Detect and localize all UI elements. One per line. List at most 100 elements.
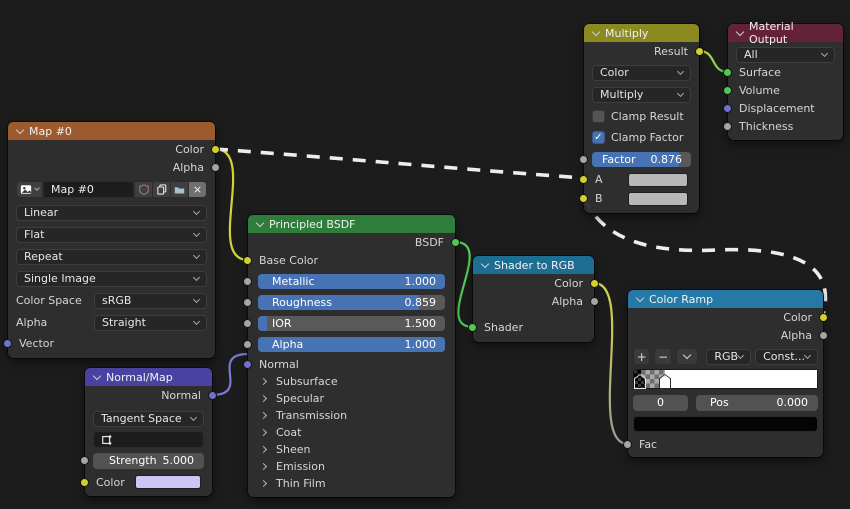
remove-stop-button[interactable]: − bbox=[654, 348, 672, 365]
open-image-button[interactable] bbox=[170, 181, 189, 198]
unlink-image-button[interactable]: × bbox=[188, 181, 207, 198]
node-mix-multiply[interactable]: Multiply Result Color Multiply Clamp Res… bbox=[579, 24, 704, 213]
strength-input-socket[interactable] bbox=[80, 456, 89, 465]
stop-color-swatch[interactable] bbox=[633, 416, 818, 432]
node-material-output[interactable]: Material Output All Surface Volume Displ… bbox=[723, 20, 843, 140]
strength-field[interactable]: Strength 5.000 bbox=[93, 452, 204, 469]
displacement-input-socket[interactable] bbox=[723, 103, 732, 113]
shader-to-rgb-header[interactable]: Shader to RGB bbox=[473, 256, 594, 274]
surface-input-label: Surface bbox=[739, 65, 781, 79]
collapse-chevron-icon[interactable] bbox=[591, 27, 601, 36]
bsdf-output-socket[interactable] bbox=[451, 237, 460, 247]
collapse-chevron-icon[interactable] bbox=[635, 293, 645, 302]
clamp-result-checkbox[interactable] bbox=[592, 110, 605, 123]
fac-input-socket[interactable] bbox=[623, 439, 632, 449]
collapse-chevron-icon[interactable] bbox=[480, 259, 490, 268]
section-transmission[interactable]: Transmission bbox=[248, 407, 455, 424]
ior-slider[interactable]: IOR 1.500 bbox=[258, 316, 445, 331]
a-input-socket[interactable] bbox=[579, 175, 588, 184]
color-input-label: Color bbox=[96, 475, 125, 489]
node-editor-canvas[interactable]: Map #0 Color Alpha Map #0 × Linear Flat … bbox=[0, 0, 850, 509]
metallic-socket[interactable] bbox=[243, 277, 252, 286]
color-output-socket[interactable] bbox=[590, 278, 599, 288]
color-input-socket[interactable] bbox=[80, 477, 89, 487]
image-browse-button[interactable] bbox=[16, 181, 43, 198]
roughness-label: Roughness bbox=[272, 296, 333, 309]
node-principled-bsdf[interactable]: Principled BSDF BSDF Base Color Metallic… bbox=[243, 215, 460, 497]
alpha-output-socket[interactable] bbox=[211, 162, 220, 172]
node-color-ramp[interactable]: Color Ramp Color Alpha + − RGB Const... … bbox=[623, 290, 828, 457]
surface-input-socket[interactable] bbox=[723, 67, 732, 77]
roughness-socket[interactable] bbox=[243, 298, 252, 307]
normal-map-header[interactable]: Normal/Map bbox=[85, 368, 212, 386]
node-image-texture[interactable]: Map #0 Color Alpha Map #0 × Linear Flat … bbox=[3, 122, 220, 358]
uv-map-field[interactable] bbox=[93, 431, 204, 448]
source-dropdown[interactable]: Single Image bbox=[16, 270, 207, 287]
collapse-chevron-icon[interactable] bbox=[255, 218, 265, 227]
vector-input-socket[interactable] bbox=[3, 338, 12, 348]
data-type-dropdown[interactable]: Color bbox=[592, 64, 691, 81]
section-thin-film[interactable]: Thin Film bbox=[248, 475, 455, 492]
factor-input-socket[interactable] bbox=[579, 155, 588, 164]
projection-dropdown[interactable]: Flat bbox=[16, 226, 207, 243]
space-dropdown[interactable]: Tangent Space bbox=[93, 410, 204, 427]
collapse-chevron-icon[interactable] bbox=[92, 371, 102, 380]
node-normal-map[interactable]: Normal/Map Normal Tangent Space Strength… bbox=[80, 368, 217, 496]
chevron-down-icon bbox=[192, 229, 201, 237]
color-output-socket[interactable] bbox=[211, 144, 220, 154]
pos-label: Pos bbox=[710, 396, 729, 409]
interpolation-dropdown[interactable]: Const... bbox=[755, 348, 818, 365]
shader-input-socket[interactable] bbox=[468, 322, 477, 332]
color-space-dropdown[interactable]: sRGB bbox=[94, 292, 207, 309]
alpha-mode-dropdown[interactable]: Straight bbox=[94, 314, 207, 331]
section-specular[interactable]: Specular bbox=[248, 390, 455, 407]
color-ramp-header[interactable]: Color Ramp bbox=[628, 290, 823, 308]
clamp-factor-checkbox[interactable]: ✓ bbox=[592, 131, 605, 144]
data-type-row: Color bbox=[592, 64, 691, 81]
ior-socket[interactable] bbox=[243, 319, 252, 328]
color-mode-dropdown[interactable]: RGB bbox=[706, 348, 752, 365]
stop-index-field[interactable]: 0 bbox=[633, 394, 688, 411]
extension-dropdown[interactable]: Repeat bbox=[16, 248, 207, 265]
interpolation-dropdown[interactable]: Linear bbox=[16, 204, 207, 221]
normal-output-socket[interactable] bbox=[208, 390, 217, 400]
collapse-chevron-icon[interactable] bbox=[735, 27, 745, 36]
image-name-field[interactable]: Map #0 bbox=[43, 181, 134, 198]
fake-user-button[interactable] bbox=[134, 181, 153, 198]
colorramp-gradient[interactable] bbox=[633, 369, 818, 389]
section-emission[interactable]: Emission bbox=[248, 458, 455, 475]
stop-position-field[interactable]: Pos 0.000 bbox=[696, 394, 818, 411]
b-input-socket[interactable] bbox=[579, 194, 588, 203]
operation-dropdown[interactable]: Multiply bbox=[592, 86, 691, 103]
principled-header[interactable]: Principled BSDF bbox=[248, 215, 455, 233]
roughness-slider[interactable]: Roughness 0.859 bbox=[258, 295, 445, 310]
image-texture-header[interactable]: Map #0 bbox=[8, 122, 215, 140]
material-output-header[interactable]: Material Output bbox=[728, 20, 843, 46]
b-color-swatch[interactable] bbox=[628, 191, 688, 206]
add-stop-button[interactable]: + bbox=[633, 348, 651, 365]
base-color-socket[interactable] bbox=[243, 255, 252, 265]
factor-slider[interactable]: Factor 0.876 bbox=[592, 152, 691, 167]
alpha-output-socket[interactable] bbox=[819, 330, 828, 340]
new-image-button[interactable] bbox=[152, 181, 171, 198]
color-swatch[interactable] bbox=[135, 475, 201, 489]
color-output-socket[interactable] bbox=[819, 312, 828, 322]
volume-input-socket[interactable] bbox=[723, 85, 732, 95]
multiply-header[interactable]: Multiply bbox=[584, 24, 699, 42]
section-subsurface[interactable]: Subsurface bbox=[248, 373, 455, 390]
collapse-chevron-icon[interactable] bbox=[15, 125, 25, 134]
section-coat[interactable]: Coat bbox=[248, 424, 455, 441]
ramp-specials-button[interactable] bbox=[675, 348, 699, 365]
normal-input-socket[interactable] bbox=[243, 359, 252, 369]
section-sheen[interactable]: Sheen bbox=[248, 441, 455, 458]
result-output-socket[interactable] bbox=[695, 46, 704, 56]
a-color-swatch[interactable] bbox=[628, 172, 688, 187]
alpha-slider[interactable]: Alpha 1.000 bbox=[258, 337, 445, 352]
thickness-input-socket[interactable] bbox=[723, 121, 732, 131]
image-name-value: Map #0 bbox=[51, 183, 94, 196]
node-shader-to-rgb[interactable]: Shader to RGB Color Alpha Shader bbox=[468, 256, 599, 342]
target-dropdown[interactable]: All bbox=[736, 46, 835, 63]
alpha-socket[interactable] bbox=[243, 340, 252, 349]
alpha-output-socket[interactable] bbox=[590, 296, 599, 306]
metallic-slider[interactable]: Metallic 1.000 bbox=[258, 274, 445, 289]
